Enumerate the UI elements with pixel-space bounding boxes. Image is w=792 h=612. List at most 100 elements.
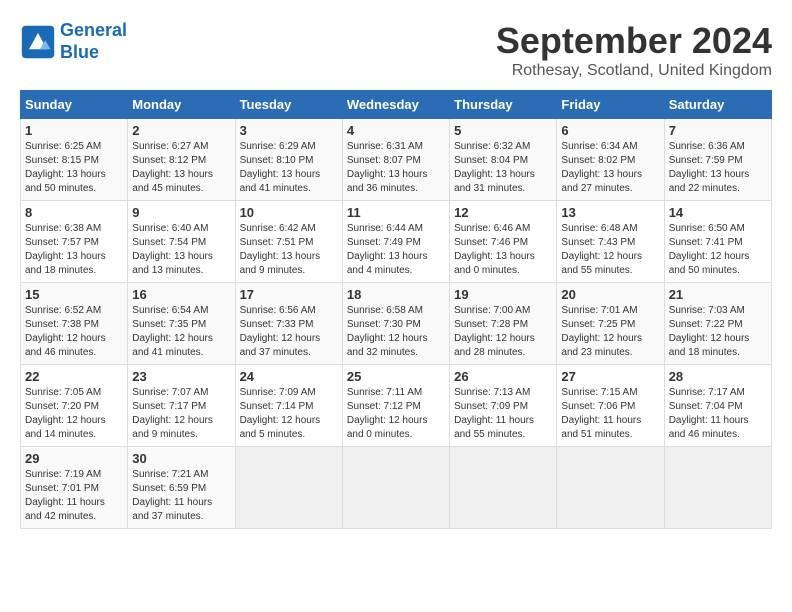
day-number: 7 (669, 123, 767, 138)
day-number: 19 (454, 287, 552, 302)
calendar-cell: 15 Sunrise: 6:52 AM Sunset: 7:38 PM Dayl… (21, 283, 128, 365)
day-number: 23 (132, 369, 230, 384)
day-number: 5 (454, 123, 552, 138)
day-number: 12 (454, 205, 552, 220)
sunset-label: Sunset: 7:04 PM (669, 401, 743, 412)
logo: General Blue (20, 20, 127, 63)
day-number: 4 (347, 123, 445, 138)
sunrise-label: Sunrise: 6:54 AM (132, 305, 208, 316)
sunset-label: Sunset: 8:15 PM (25, 155, 99, 166)
day-info: Sunrise: 6:40 AM Sunset: 7:54 PM Dayligh… (132, 222, 230, 278)
header-friday: Friday (557, 91, 664, 119)
day-number: 6 (561, 123, 659, 138)
sunrise-label: Sunrise: 6:31 AM (347, 141, 423, 152)
sunset-label: Sunset: 7:49 PM (347, 237, 421, 248)
calendar-cell: 30 Sunrise: 7:21 AM Sunset: 6:59 PM Dayl… (128, 447, 235, 529)
day-number: 16 (132, 287, 230, 302)
sunrise-label: Sunrise: 6:25 AM (25, 141, 101, 152)
header-tuesday: Tuesday (235, 91, 342, 119)
daylight-label: Daylight: 13 hours and 50 minutes. (25, 169, 106, 194)
daylight-label: Daylight: 11 hours and 55 minutes. (454, 415, 534, 440)
day-info: Sunrise: 6:32 AM Sunset: 8:04 PM Dayligh… (454, 140, 552, 196)
day-number: 9 (132, 205, 230, 220)
sunrise-label: Sunrise: 7:01 AM (561, 305, 637, 316)
daylight-label: Daylight: 12 hours and 41 minutes. (132, 333, 213, 358)
calendar-cell: 16 Sunrise: 6:54 AM Sunset: 7:35 PM Dayl… (128, 283, 235, 365)
day-info: Sunrise: 6:50 AM Sunset: 7:41 PM Dayligh… (669, 222, 767, 278)
day-info: Sunrise: 6:38 AM Sunset: 7:57 PM Dayligh… (25, 222, 123, 278)
daylight-label: Daylight: 13 hours and 18 minutes. (25, 251, 106, 276)
day-number: 10 (240, 205, 338, 220)
daylight-label: Daylight: 11 hours and 37 minutes. (132, 497, 212, 522)
sunrise-label: Sunrise: 6:46 AM (454, 223, 530, 234)
header-sunday: Sunday (21, 91, 128, 119)
sunrise-label: Sunrise: 6:27 AM (132, 141, 208, 152)
sunset-label: Sunset: 7:41 PM (669, 237, 743, 248)
sunset-label: Sunset: 7:59 PM (669, 155, 743, 166)
sunset-label: Sunset: 7:43 PM (561, 237, 635, 248)
sunrise-label: Sunrise: 7:11 AM (347, 387, 422, 398)
calendar-cell (450, 447, 557, 529)
day-info: Sunrise: 7:00 AM Sunset: 7:28 PM Dayligh… (454, 304, 552, 360)
calendar-cell: 19 Sunrise: 7:00 AM Sunset: 7:28 PM Dayl… (450, 283, 557, 365)
calendar-cell: 25 Sunrise: 7:11 AM Sunset: 7:12 PM Dayl… (342, 365, 449, 447)
calendar-cell: 27 Sunrise: 7:15 AM Sunset: 7:06 PM Dayl… (557, 365, 664, 447)
calendar-cell: 26 Sunrise: 7:13 AM Sunset: 7:09 PM Dayl… (450, 365, 557, 447)
daylight-label: Daylight: 12 hours and 14 minutes. (25, 415, 106, 440)
day-number: 26 (454, 369, 552, 384)
sunset-label: Sunset: 8:07 PM (347, 155, 421, 166)
day-info: Sunrise: 6:46 AM Sunset: 7:46 PM Dayligh… (454, 222, 552, 278)
sunrise-label: Sunrise: 6:50 AM (669, 223, 745, 234)
sunset-label: Sunset: 7:17 PM (132, 401, 206, 412)
sunrise-label: Sunrise: 7:17 AM (669, 387, 745, 398)
calendar-cell (664, 447, 771, 529)
calendar-cell: 12 Sunrise: 6:46 AM Sunset: 7:46 PM Dayl… (450, 201, 557, 283)
day-number: 25 (347, 369, 445, 384)
calendar-cell: 24 Sunrise: 7:09 AM Sunset: 7:14 PM Dayl… (235, 365, 342, 447)
header-wednesday: Wednesday (342, 91, 449, 119)
daylight-label: Daylight: 13 hours and 13 minutes. (132, 251, 213, 276)
day-number: 24 (240, 369, 338, 384)
daylight-label: Daylight: 13 hours and 27 minutes. (561, 169, 642, 194)
calendar-table: Sunday Monday Tuesday Wednesday Thursday… (20, 90, 772, 529)
calendar-cell: 28 Sunrise: 7:17 AM Sunset: 7:04 PM Dayl… (664, 365, 771, 447)
sunrise-label: Sunrise: 7:15 AM (561, 387, 637, 398)
day-info: Sunrise: 6:25 AM Sunset: 8:15 PM Dayligh… (25, 140, 123, 196)
daylight-label: Daylight: 13 hours and 41 minutes. (240, 169, 321, 194)
calendar-cell: 2 Sunrise: 6:27 AM Sunset: 8:12 PM Dayli… (128, 119, 235, 201)
day-info: Sunrise: 6:27 AM Sunset: 8:12 PM Dayligh… (132, 140, 230, 196)
day-number: 1 (25, 123, 123, 138)
day-info: Sunrise: 6:58 AM Sunset: 7:30 PM Dayligh… (347, 304, 445, 360)
day-info: Sunrise: 6:42 AM Sunset: 7:51 PM Dayligh… (240, 222, 338, 278)
sunset-label: Sunset: 7:06 PM (561, 401, 635, 412)
sunrise-label: Sunrise: 6:44 AM (347, 223, 423, 234)
daylight-label: Daylight: 12 hours and 50 minutes. (669, 251, 750, 276)
day-info: Sunrise: 6:54 AM Sunset: 7:35 PM Dayligh… (132, 304, 230, 360)
day-number: 13 (561, 205, 659, 220)
sunset-label: Sunset: 7:35 PM (132, 319, 206, 330)
day-info: Sunrise: 7:09 AM Sunset: 7:14 PM Dayligh… (240, 386, 338, 442)
sunrise-label: Sunrise: 7:09 AM (240, 387, 316, 398)
calendar-cell: 8 Sunrise: 6:38 AM Sunset: 7:57 PM Dayli… (21, 201, 128, 283)
sunset-label: Sunset: 7:14 PM (240, 401, 314, 412)
sunrise-label: Sunrise: 6:52 AM (25, 305, 101, 316)
calendar-cell: 5 Sunrise: 6:32 AM Sunset: 8:04 PM Dayli… (450, 119, 557, 201)
sunrise-label: Sunrise: 6:32 AM (454, 141, 530, 152)
day-info: Sunrise: 7:19 AM Sunset: 7:01 PM Dayligh… (25, 468, 123, 524)
daylight-label: Daylight: 12 hours and 46 minutes. (25, 333, 106, 358)
sunset-label: Sunset: 7:57 PM (25, 237, 99, 248)
sunset-label: Sunset: 7:28 PM (454, 319, 528, 330)
sunset-label: Sunset: 7:20 PM (25, 401, 99, 412)
sunrise-label: Sunrise: 6:38 AM (25, 223, 101, 234)
daylight-label: Daylight: 12 hours and 32 minutes. (347, 333, 428, 358)
daylight-label: Daylight: 13 hours and 0 minutes. (454, 251, 535, 276)
daylight-label: Daylight: 13 hours and 4 minutes. (347, 251, 428, 276)
day-number: 18 (347, 287, 445, 302)
day-number: 30 (132, 451, 230, 466)
calendar-row: 22 Sunrise: 7:05 AM Sunset: 7:20 PM Dayl… (21, 365, 772, 447)
sunrise-label: Sunrise: 7:07 AM (132, 387, 208, 398)
sunset-label: Sunset: 8:12 PM (132, 155, 206, 166)
calendar-cell: 29 Sunrise: 7:19 AM Sunset: 7:01 PM Dayl… (21, 447, 128, 529)
sunrise-label: Sunrise: 6:58 AM (347, 305, 423, 316)
day-info: Sunrise: 6:44 AM Sunset: 7:49 PM Dayligh… (347, 222, 445, 278)
